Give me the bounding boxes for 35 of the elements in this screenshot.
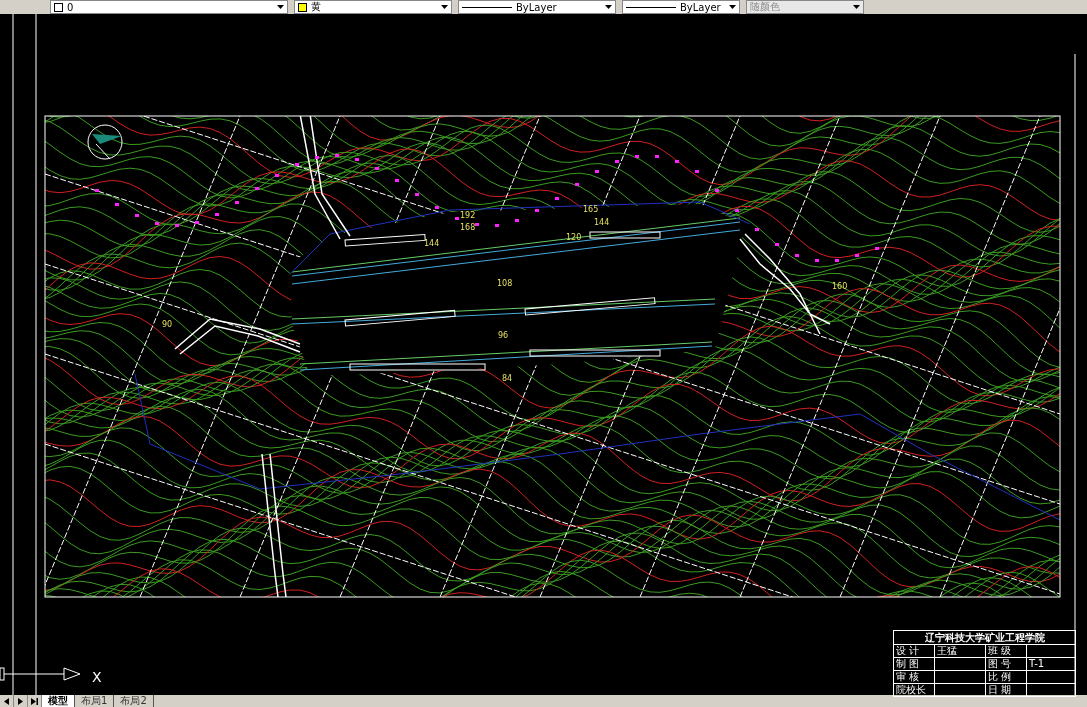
- elevation-label: 192: [460, 211, 476, 220]
- layout-tab[interactable]: 模型: [42, 695, 75, 707]
- title-block-label: 比 例: [986, 671, 1027, 683]
- title-block-heading: 辽宁科技大学矿业工程学院: [894, 631, 1075, 645]
- caret-icon: [853, 5, 860, 9]
- caret-icon: [729, 5, 736, 9]
- elevation-label: 168: [460, 223, 476, 232]
- layout-tab[interactable]: 布局2: [114, 695, 154, 707]
- ucs-axis-label: X: [92, 669, 102, 685]
- title-block-label: 设 计: [894, 645, 935, 657]
- title-block-label: 班 级: [986, 645, 1027, 657]
- elevation-label: 108: [497, 279, 513, 288]
- title-block-label: 审 核: [894, 671, 935, 683]
- elevation-label: 165: [583, 205, 599, 214]
- layout-tab[interactable]: 布局1: [75, 695, 115, 707]
- elevation-label: 160: [832, 282, 848, 291]
- caret-icon: [277, 5, 284, 9]
- color-dropdown[interactable]: 黄: [294, 0, 452, 14]
- lineweight-dropdown[interactable]: ByLayer: [622, 0, 740, 14]
- right-triangle-icon: [18, 697, 23, 705]
- title-block-value: T-1: [1029, 658, 1045, 669]
- triangle-bar-icon: [31, 697, 38, 705]
- linetype-dropdown[interactable]: ByLayer: [458, 0, 616, 14]
- left-triangle-icon: [4, 697, 9, 705]
- caret-icon: [441, 5, 448, 9]
- elevation-label: 144: [424, 239, 440, 248]
- title-block-label: 图 号: [986, 658, 1027, 670]
- elevation-label: 144: [594, 218, 610, 227]
- caret-icon: [605, 5, 612, 9]
- title-block-label: 制 图: [894, 658, 935, 670]
- elevation-label: 96: [498, 331, 509, 340]
- layer-dropdown[interactable]: 0: [50, 0, 288, 14]
- elevation-label: 84: [502, 374, 513, 383]
- elevation-label: 90: [162, 320, 173, 329]
- title-block-value: 王猛: [937, 645, 957, 656]
